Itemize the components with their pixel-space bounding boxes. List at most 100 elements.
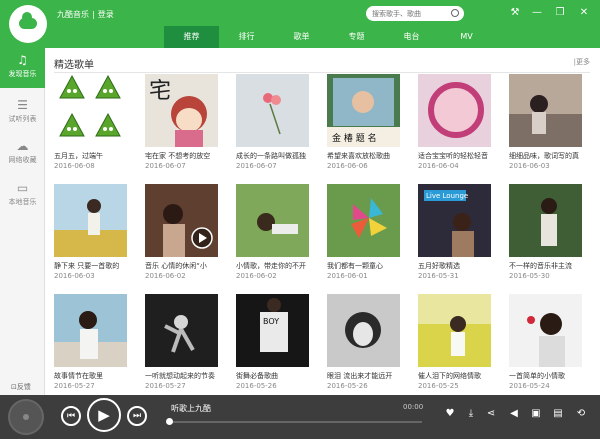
playlist-card[interactable]: 金 椿 题 名 希望来喜欢放松歌曲 2016-06-06 [327,74,400,180]
tools-icon[interactable]: ⚒ [508,6,522,20]
playlist-card[interactable]: 故事情节在歌里 2016-05-27 [54,294,127,395]
flowers-art [236,74,309,147]
playlist-date: 2016-06-02 [145,272,186,280]
playlist-card[interactable]: 五月五，过端午 2016-06-08 [54,74,127,180]
playlist-card[interactable]: Live Lounge 五月好歌精选 2016-05-31 [418,184,491,290]
tab-playlists[interactable]: 歌单 [274,26,329,48]
playlist-cover[interactable] [327,184,400,257]
playlist-card[interactable]: 催人泪下的网络情歌 2016-05-25 [418,294,491,395]
playlist-title[interactable]: 眼泪 流出来才能远开 [327,371,400,381]
playlist-title[interactable]: 催人泪下的网络情歌 [418,371,491,381]
progress-handle[interactable] [166,418,173,425]
playlist-card[interactable]: 不一样的音乐非主流 2016-05-30 [509,184,582,290]
playlist-cover[interactable] [327,294,400,367]
app-title-area: 九酷音乐 | 登录 [57,10,114,19]
playlist-title[interactable]: 故事情节在歌里 [54,371,127,381]
playlist-card[interactable]: 一听就想动起来的节奏 2016-05-27 [145,294,218,395]
playlist-date: 2016-05-25 [418,382,459,390]
playlist-title[interactable]: 适合宝宝听的轻松轻音 [418,151,491,161]
login-link[interactable]: 登录 [98,10,114,19]
yellow-flowers-photo [418,294,491,367]
tab-topics[interactable]: 专题 [329,26,384,48]
sidebar-item-local[interactable]: ▭ 本地音乐 [0,176,45,216]
playlist-cover[interactable]: 金 椿 题 名 [327,74,400,147]
list-icon: ☰ [17,98,28,112]
mini-mode-icon[interactable]: ❐ [553,6,567,20]
progress-bar[interactable] [168,421,422,423]
playlist-title[interactable]: 五月五，过端午 [54,151,127,161]
sidebar-item-discover[interactable]: ♫ 发现音乐 [0,48,45,88]
search-icon[interactable] [451,9,459,17]
playlist-cover[interactable] [509,74,582,147]
cafe-girl-photo [145,184,218,257]
minimize-icon[interactable]: — [530,6,544,20]
playlist-cover[interactable] [509,184,582,257]
playlist-cover[interactable] [236,74,309,147]
loop-mode-icon[interactable]: ⟲ [575,408,587,420]
playlist-title[interactable]: 音乐 心情的休闲“小 [145,261,218,271]
playlist-card[interactable]: 适合宝宝听的轻松轻音 2016-06-04 [418,74,491,180]
playlist-date: 2016-06-01 [327,272,368,280]
lyrics-icon[interactable]: ▣ [530,408,542,420]
playlist-card[interactable]: 细细品味，歌词写的真 2016-06-03 [509,74,582,180]
playlist-card[interactable]: 静下来 只要一首歌的 2016-06-03 [54,184,127,290]
playlist-title[interactable]: 不一样的音乐非主流 [509,261,582,271]
playlist-card[interactable]: 眼泪 流出来才能远开 2016-05-26 [327,294,400,395]
playlist-cover[interactable] [54,294,127,367]
playlist-cover[interactable]: Live Lounge [418,184,491,257]
download-icon[interactable]: ⤓ [465,408,477,420]
next-button[interactable]: ⏭ [127,406,147,426]
playlist-title[interactable]: 街舞必备歌曲 [236,371,309,381]
playlist-title[interactable]: 成长的一条路叫做孤独 [236,151,309,161]
playlist-cover[interactable] [418,294,491,367]
zongzi-art [54,74,127,147]
playlist-date: 2016-06-03 [54,272,95,280]
playlist-cover[interactable] [418,74,491,147]
album-disc-icon[interactable] [8,399,44,435]
playlist-title[interactable]: 一听就想动起来的节奏 [145,371,218,381]
previous-button[interactable]: ⏮ [61,406,81,426]
tab-recommend[interactable]: 推荐 [164,26,219,48]
playlist-card[interactable]: BOY 街舞必备歌曲 2016-05-26 [236,294,309,395]
share-icon[interactable]: ⋖ [485,408,497,420]
sidebar-item-playlist[interactable]: ☰ 试听列表 [0,93,45,133]
playlist-card[interactable]: 一首简单的小情歌 2016-05-24 [509,294,582,395]
search-input[interactable] [372,8,447,19]
playlist-title[interactable]: 静下来 只要一首歌的 [54,261,127,271]
playlist-title[interactable]: 小情歌，带走你的不开 [236,261,309,271]
tab-mv[interactable]: MV [439,26,494,48]
volume-icon[interactable]: ◀ [508,408,520,420]
close-icon[interactable]: ✕ [577,6,591,20]
playlist-cover[interactable]: 宅 [145,74,218,147]
playlist-icon[interactable]: ▤ [552,408,564,420]
sidebar-item-favorites[interactable]: ☁ 网络收藏 [0,134,45,174]
search-box[interactable] [366,6,464,21]
playlist-title[interactable]: 五月好歌精选 [418,261,491,271]
playlist-cover[interactable] [54,184,127,257]
playlist-cover[interactable]: BOY [236,294,309,367]
playlist-cover[interactable] [145,294,218,367]
playlist-title[interactable]: 细细品味，歌词写的真 [509,151,582,161]
street-dance-photo: BOY [236,294,309,367]
heart-icon[interactable]: ♥ [444,408,456,420]
playlist-card[interactable]: 音乐 心情的休闲“小 2016-06-02 [145,184,218,290]
feedback-link[interactable]: ⊡反馈 [11,382,31,392]
playlist-title[interactable]: 我们都有一颗童心 [327,261,400,271]
playlist-title[interactable]: 一首简单的小情歌 [509,371,582,381]
playlist-cover[interactable] [145,184,218,257]
main-content: 精选歌单 |更多 五月五，过端午 2016-06-08 宅 宅在家 不想考的放空… [45,48,600,395]
playlist-card[interactable]: 成长的一条路叫做孤独 2016-06-07 [236,74,309,180]
play-button[interactable]: ▶ [87,398,121,432]
playlist-card[interactable]: 宅 宅在家 不想考的放空 2016-06-07 [145,74,218,180]
playlist-cover[interactable] [236,184,309,257]
tab-charts[interactable]: 排行 [219,26,274,48]
playlist-card[interactable]: 我们都有一颗童心 2016-06-01 [327,184,400,290]
playlist-card[interactable]: 小情歌，带走你的不开 2016-06-02 [236,184,309,290]
playlist-date: 2016-05-31 [418,272,459,280]
playlist-title[interactable]: 希望来喜欢放松歌曲 [327,151,400,161]
playlist-cover[interactable] [509,294,582,367]
playlist-cover[interactable] [54,74,127,147]
tab-radio[interactable]: 电台 [384,26,439,48]
playlist-title[interactable]: 宅在家 不想考的放空 [145,151,218,161]
more-link[interactable]: |更多 [574,57,590,67]
